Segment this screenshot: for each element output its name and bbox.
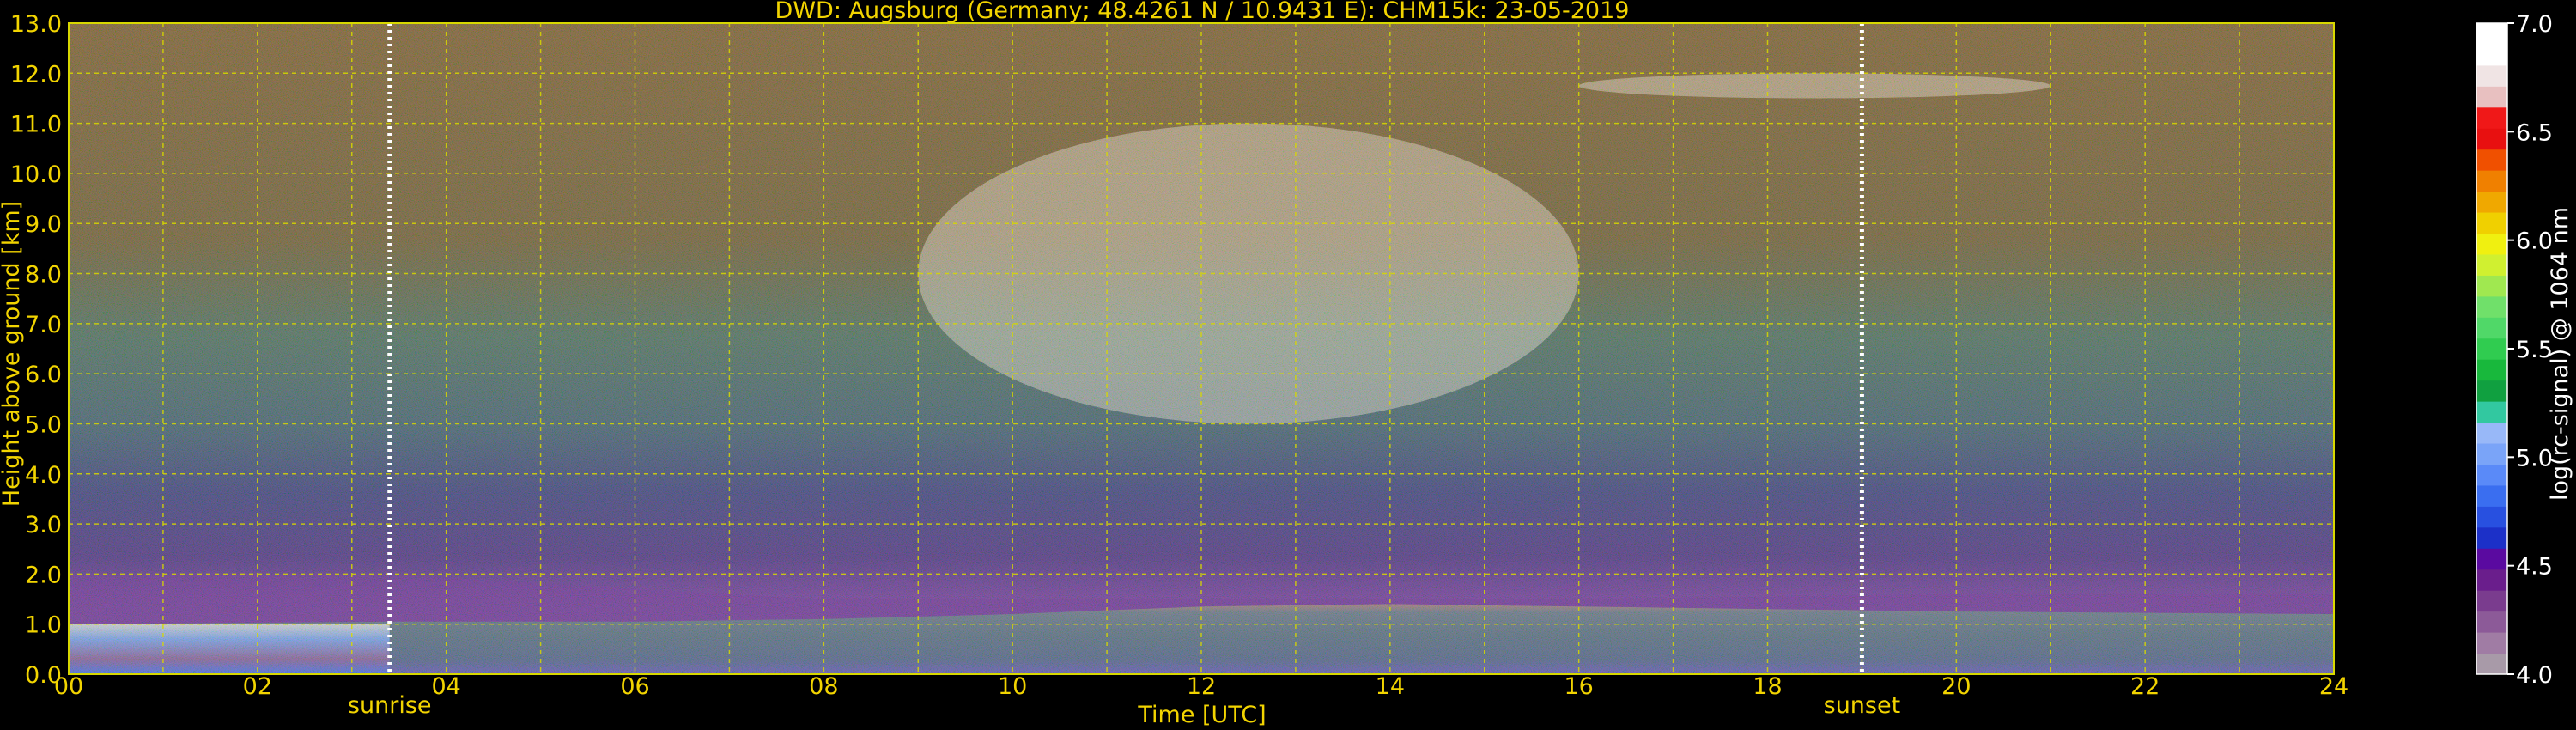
y-tick-label: 3.0: [25, 512, 62, 538]
y-tick-label: 8.0: [25, 262, 62, 289]
colorbar-label: log(rc-signal) @ 1064 nm: [2547, 207, 2573, 501]
chart-title: DWD: Augsburg (Germany; 48.4261 N / 10.9…: [775, 0, 1630, 24]
colorbar: 4.04.55.05.56.06.57.0: [2476, 11, 2553, 689]
y-tick-label: 13.0: [10, 11, 62, 38]
x-tick-label: 12: [1187, 673, 1216, 700]
y-tick-label: 5.0: [25, 411, 62, 438]
colorbar-segment: [2476, 191, 2507, 213]
x-tick-label: 10: [998, 673, 1027, 700]
colorbar-segment: [2476, 275, 2507, 297]
y-tick-label: 9.0: [25, 211, 62, 238]
colorbar-segment: [2476, 590, 2507, 612]
colorbar-segment: [2476, 64, 2507, 87]
colorbar-segment: [2476, 128, 2507, 150]
colorbar-segment: [2476, 484, 2507, 507]
x-tick-label: 20: [1941, 673, 1971, 700]
colorbar-segment: [2476, 23, 2507, 45]
x-tick-label: 24: [2319, 673, 2348, 700]
ceilometer-chart: sunrise sunset 0.01.02.03.04.05.06.07.08.…: [0, 0, 2573, 728]
x-tick-label: 18: [1753, 673, 1782, 700]
x-tick-label: 14: [1376, 673, 1405, 700]
colorbar-segment: [2476, 464, 2507, 486]
colorbar-segment: [2476, 317, 2507, 339]
colorbar-segment: [2476, 253, 2507, 276]
colorbar-segment: [2476, 653, 2507, 675]
x-tick-label: 00: [54, 673, 83, 700]
colorbar-segment: [2476, 338, 2507, 360]
y-tick-label: 12.0: [10, 61, 62, 88]
x-tick-label: 06: [620, 673, 649, 700]
colorbar-segment: [2476, 526, 2507, 549]
colorbar-segment: [2476, 106, 2507, 129]
x-tick-label: 08: [809, 673, 838, 700]
colorbar-segment: [2476, 212, 2507, 234]
x-tick-label: 16: [1564, 673, 1593, 700]
colorbar-tick-label: 4.5: [2516, 554, 2553, 581]
y-axis-label: Height above ground [km]: [0, 201, 25, 507]
colorbar-segment: [2476, 170, 2507, 192]
colorbar-segment: [2476, 422, 2507, 444]
plot-area: sunrise sunset: [68, 22, 2335, 719]
colorbar-segment: [2476, 632, 2507, 654]
colorbar-segment: [2476, 295, 2507, 318]
colorbar-segment: [2476, 380, 2507, 402]
colorbar-segment: [2476, 506, 2507, 528]
colorbar-segment: [2476, 569, 2507, 591]
colorbar-segment: [2476, 611, 2507, 633]
y-tick-label: 6.0: [25, 362, 62, 388]
sunset-label: sunset: [1824, 692, 1901, 719]
y-tick-label: 1.0: [25, 612, 62, 639]
colorbar-segment: [2476, 548, 2507, 570]
colorbar-segment: [2476, 443, 2507, 465]
x-tick-label: 22: [2130, 673, 2160, 700]
colorbar-tick-label: 4.0: [2516, 662, 2553, 689]
y-tick-label: 2.0: [25, 562, 62, 588]
colorbar-tick-label: 6.5: [2516, 119, 2553, 146]
x-tick-label: 04: [431, 673, 460, 700]
colorbar-segment: [2476, 233, 2507, 255]
y-tick-label: 10.0: [10, 161, 62, 188]
x-axis-label: Time [UTC]: [1137, 702, 1266, 728]
y-tick-label: 11.0: [10, 112, 62, 138]
colorbar-segment: [2476, 401, 2507, 423]
colorbar-tick-label: 7.0: [2516, 11, 2553, 38]
colorbar-segment: [2476, 44, 2507, 66]
colorbar-segment: [2476, 359, 2507, 381]
sunrise-label: sunrise: [348, 692, 432, 719]
colorbar-segment: [2476, 86, 2507, 108]
colorbar-segment: [2476, 149, 2507, 171]
x-tick-label: 02: [243, 673, 272, 700]
y-tick-label: 4.0: [25, 462, 62, 489]
y-tick-label: 7.0: [25, 312, 62, 338]
